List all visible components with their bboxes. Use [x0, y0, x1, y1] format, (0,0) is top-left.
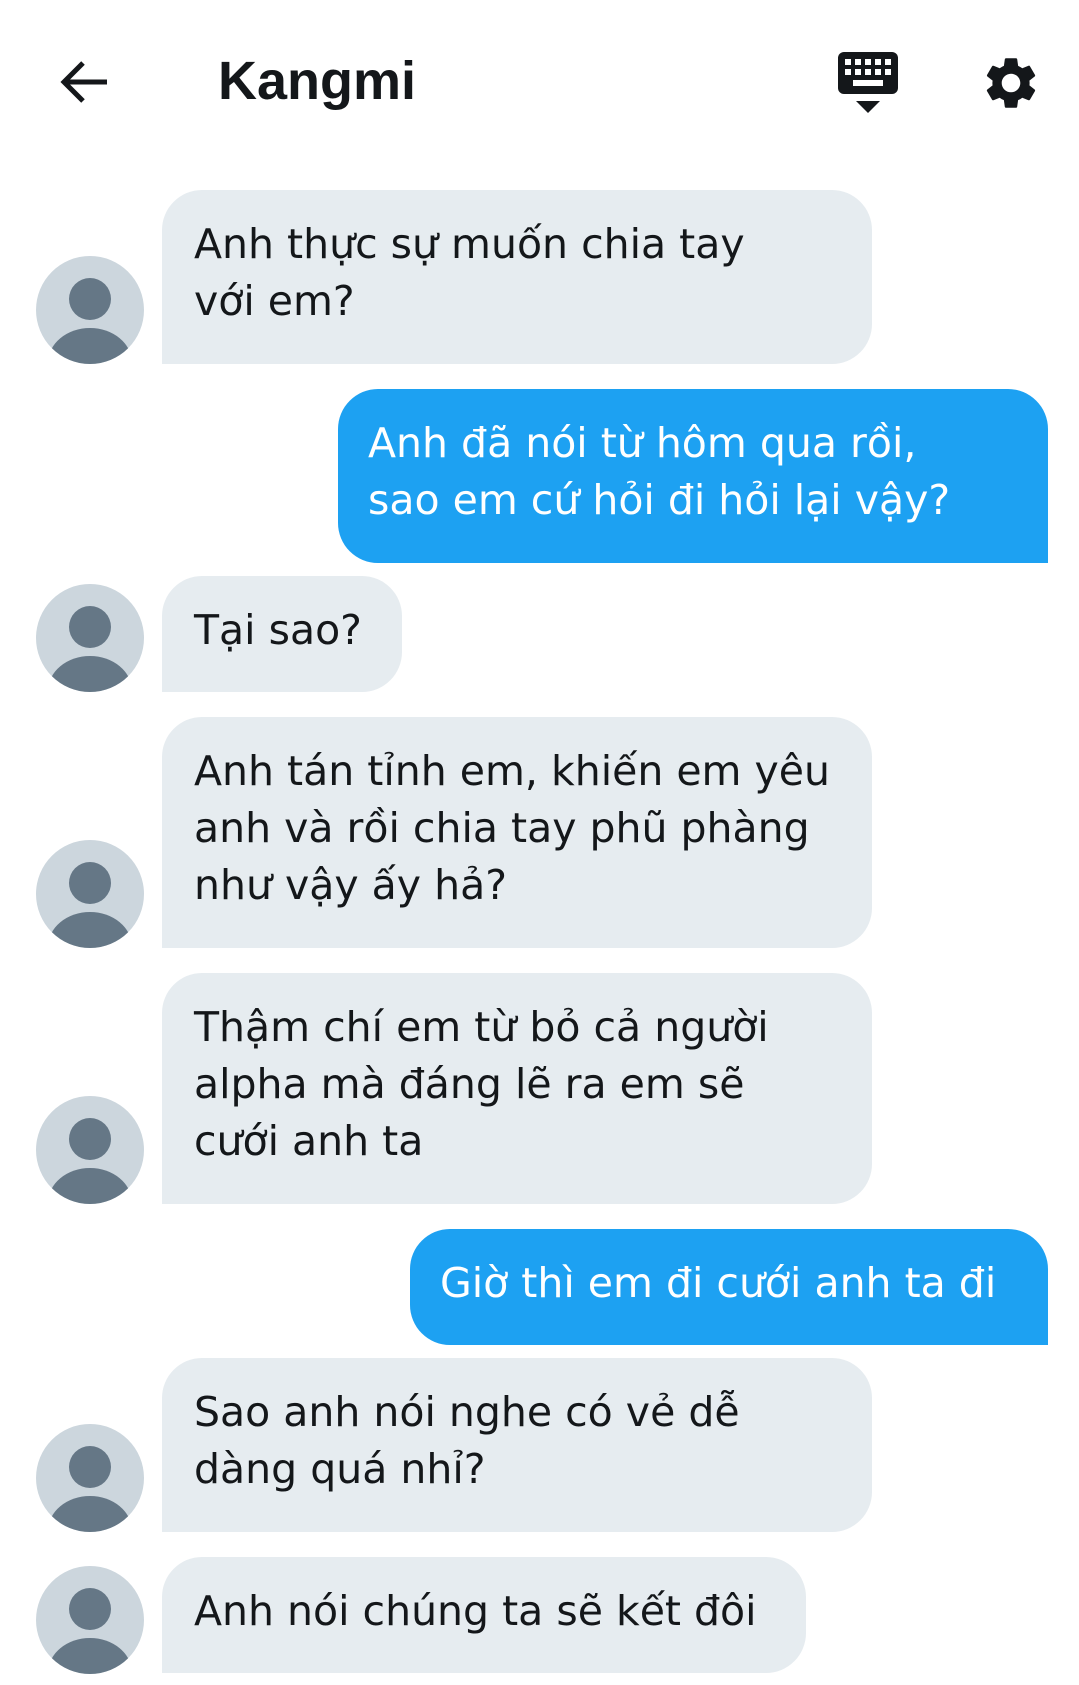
- avatar[interactable]: [36, 1566, 144, 1674]
- incoming-message-bubble[interactable]: Sao anh nói nghe có vẻ dễ dàng quá nhỉ?: [162, 1358, 872, 1532]
- incoming-message-bubble[interactable]: Thậm chí em từ bỏ cả người alpha mà đáng…: [162, 973, 872, 1204]
- incoming-message-bubble[interactable]: Anh thực sự muốn chia tay với em?: [162, 190, 872, 364]
- avatar[interactable]: [36, 1096, 144, 1204]
- outgoing-message-bubble[interactable]: Giờ thì em đi cưới anh ta đi: [410, 1229, 1048, 1345]
- incoming-message-bubble[interactable]: Anh tán tỉnh em, khiến em yêu anh và rồi…: [162, 717, 872, 948]
- outgoing-message-bubble[interactable]: Anh đã nói từ hôm qua rồi, sao em cứ hỏi…: [338, 389, 1048, 563]
- incoming-message-bubble[interactable]: Anh nói chúng ta sẽ kết đôi: [162, 1557, 806, 1673]
- avatar[interactable]: [36, 1424, 144, 1532]
- incoming-message-bubble[interactable]: Tại sao?: [162, 576, 402, 692]
- avatar[interactable]: [36, 256, 144, 364]
- avatar[interactable]: [36, 584, 144, 692]
- avatar[interactable]: [36, 840, 144, 948]
- message-thread: Anh thực sự muốn chia tay với em? Anh đã…: [0, 0, 1079, 1685]
